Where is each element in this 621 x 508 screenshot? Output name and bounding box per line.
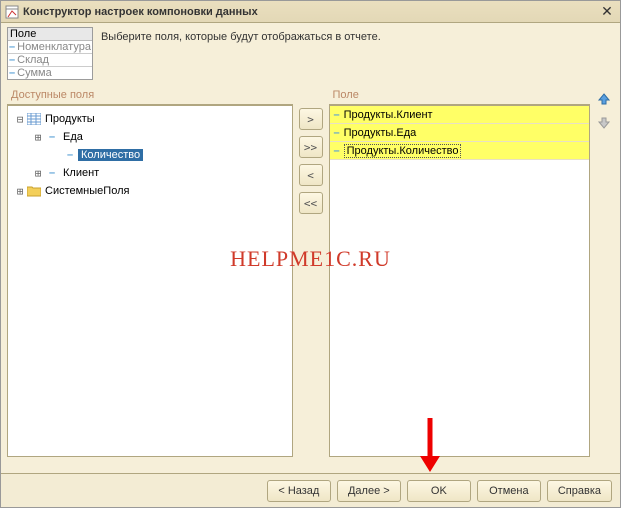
expand-icon[interactable]: ⊞: [32, 167, 44, 180]
help-button[interactable]: Справка: [547, 480, 612, 502]
mini-table-row: –Склад: [8, 54, 92, 67]
move-up-button[interactable]: [595, 90, 613, 108]
tree-label: Еда: [60, 131, 86, 143]
selected-label: Продукты.Клиент: [344, 109, 433, 121]
folder-icon: [26, 185, 42, 197]
panels-area: Доступные поля ⊟ Продукты ⊞ – Еда · –: [1, 86, 620, 466]
footer-bar: < Назад Далее > OK Отмена Справка: [1, 473, 620, 507]
right-wrap: Поле –Продукты.Клиент –Продукты.Еда –Про…: [329, 86, 615, 466]
instruction-text: Выберите поля, которые будут отображатьс…: [101, 27, 381, 43]
remove-all-button[interactable]: <<: [299, 192, 323, 214]
table-icon: [26, 113, 42, 125]
mini-table-row: –Номенклатура: [8, 41, 92, 54]
collapse-icon[interactable]: ⊟: [14, 113, 26, 126]
selected-fields-body: –Продукты.Клиент –Продукты.Еда –Продукты…: [329, 105, 591, 457]
selected-row[interactable]: –Продукты.Клиент: [330, 106, 590, 124]
expand-icon[interactable]: ⊞: [32, 131, 44, 144]
expand-icon[interactable]: ⊞: [14, 185, 26, 198]
tree-node-quantity[interactable]: · – Количество: [10, 146, 290, 164]
selected-fields-panel: Поле –Продукты.Клиент –Продукты.Еда –Про…: [329, 86, 591, 466]
mini-table-row: –Сумма: [8, 67, 92, 79]
field-icon: –: [334, 145, 340, 157]
tree-node-eda[interactable]: ⊞ – Еда: [10, 128, 290, 146]
mini-table-header: Поле: [8, 28, 92, 41]
selected-fields-header: Поле: [329, 86, 591, 105]
tree-label: СистемныеПоля: [42, 185, 132, 197]
selected-label: Продукты.Еда: [344, 127, 417, 139]
add-button[interactable]: >: [299, 108, 323, 130]
tree-label: Клиент: [60, 167, 102, 179]
tree-label: Продукты: [42, 113, 98, 125]
field-icon: –: [44, 131, 60, 143]
field-icon: –: [334, 127, 340, 139]
close-icon[interactable]: ✕: [598, 3, 616, 21]
ok-button[interactable]: OK: [407, 480, 471, 502]
cancel-button[interactable]: Отмена: [477, 480, 541, 502]
top-strip: Поле –Номенклатура –Склад –Сумма Выберит…: [1, 23, 620, 86]
tree-spacer: ·: [50, 149, 62, 162]
reorder-buttons: [594, 86, 614, 466]
window-icon: [5, 5, 19, 19]
transfer-buttons: > >> < <<: [297, 86, 325, 466]
fields-tree[interactable]: ⊟ Продукты ⊞ – Еда · – Количество: [8, 106, 292, 204]
preview-mini-table: Поле –Номенклатура –Склад –Сумма: [7, 27, 93, 80]
selected-row-active[interactable]: –Продукты.Количество: [330, 142, 590, 160]
available-fields-body: ⊟ Продукты ⊞ – Еда · – Количество: [7, 105, 293, 457]
tree-label-selected: Количество: [78, 149, 143, 161]
field-icon: –: [334, 109, 340, 121]
tree-node-system-fields[interactable]: ⊞ СистемныеПоля: [10, 182, 290, 200]
next-button[interactable]: Далее >: [337, 480, 401, 502]
available-fields-header: Доступные поля: [7, 86, 293, 105]
add-all-button[interactable]: >>: [299, 136, 323, 158]
back-button[interactable]: < Назад: [267, 480, 331, 502]
available-fields-panel: Доступные поля ⊟ Продукты ⊞ – Еда · –: [7, 86, 293, 466]
window-title: Конструктор настроек компоновки данных: [23, 6, 598, 18]
tree-node-client[interactable]: ⊞ – Клиент: [10, 164, 290, 182]
tree-node-products[interactable]: ⊟ Продукты: [10, 110, 290, 128]
field-icon: –: [62, 149, 78, 161]
selected-row[interactable]: –Продукты.Еда: [330, 124, 590, 142]
selected-label-active: Продукты.Количество: [344, 144, 462, 158]
remove-button[interactable]: <: [299, 164, 323, 186]
move-down-button[interactable]: [595, 114, 613, 132]
title-bar: Конструктор настроек компоновки данных ✕: [1, 1, 620, 23]
field-icon: –: [44, 167, 60, 179]
